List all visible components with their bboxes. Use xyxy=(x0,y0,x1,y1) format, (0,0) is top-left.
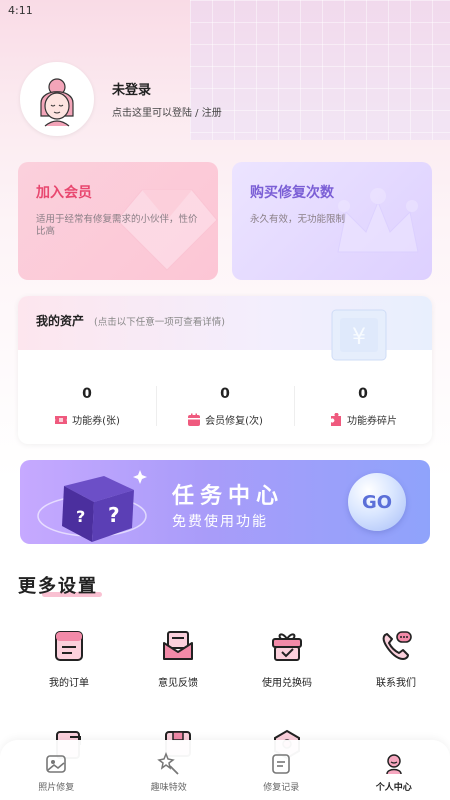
vip-repairs-count: 0 xyxy=(220,386,230,402)
join-vip-desc: 适用于经常有修复需求的小伙伴，性价比高 xyxy=(36,214,198,237)
mystery-box-icon: ? ? xyxy=(37,470,147,542)
ticket-icon xyxy=(55,415,68,424)
girl-avatar-icon xyxy=(40,78,74,127)
asset-coupon-fragments[interactable]: 0 功能券碎片 xyxy=(294,386,432,427)
asset-coupons[interactable]: 0 功能券(张) xyxy=(18,386,156,427)
vip-repairs-label: 会员修复(次) xyxy=(205,416,263,427)
setting-feedback[interactable]: 意见反馈 xyxy=(125,628,231,726)
record-icon xyxy=(272,754,291,774)
assets-subtitle: (点击以下任意一项可查看详情) xyxy=(94,317,225,328)
coupons-count: 0 xyxy=(82,386,92,402)
nav-repair-records[interactable]: 修复记录 xyxy=(225,740,338,800)
nav-repair-records-label: 修复记录 xyxy=(263,783,300,793)
header-decoration xyxy=(190,0,450,140)
magic-icon xyxy=(156,752,179,775)
svg-text:?: ? xyxy=(76,507,85,526)
status-time: 4:11 xyxy=(8,4,33,17)
buy-repairs-card[interactable]: 购买修复次数 永久有效，无功能限制 xyxy=(232,162,432,280)
task-center-subtitle: 免费使用功能 xyxy=(172,514,268,530)
money-deco-icon: ¥ xyxy=(331,309,387,361)
avatar[interactable] xyxy=(20,62,94,136)
more-settings-title: 更多设置 xyxy=(18,576,98,597)
asset-vip-repairs[interactable]: 0 会员修复(次) xyxy=(156,386,294,427)
coupons-label: 功能券(张) xyxy=(72,416,120,427)
nav-personal-center-label: 个人中心 xyxy=(375,783,412,793)
phone-icon xyxy=(382,631,412,660)
user-icon xyxy=(386,754,402,775)
setting-redeem-code[interactable]: 使用兑换码 xyxy=(234,628,340,726)
nav-photo-repair[interactable]: 照片修复 xyxy=(0,740,113,800)
task-center-banner[interactable]: ? ? 任务中心 免费使用功能 GO xyxy=(20,460,430,544)
calendar-icon xyxy=(188,413,201,426)
profile-login-area[interactable]: 未登录 点击这里可以登陆 / 注册 xyxy=(20,62,222,136)
setting-my-orders[interactable]: 我的订单 xyxy=(16,628,122,726)
login-hint[interactable]: 点击这里可以登陆 / 注册 xyxy=(112,104,222,119)
contact-us-label: 联系我们 xyxy=(376,678,416,689)
login-status[interactable]: 未登录 xyxy=(112,79,222,98)
nav-photo-repair-label: 照片修复 xyxy=(38,783,75,793)
setting-contact-us[interactable]: 联系我们 xyxy=(343,628,449,726)
my-assets-panel: 我的资产 (点击以下任意一项可查看详情) ¥ 0 功能券(张) 0 会员修复(次… xyxy=(18,296,432,444)
join-vip-title: 加入会员 xyxy=(36,185,92,201)
task-center-title: 任务中心 xyxy=(172,484,285,509)
svg-text:?: ? xyxy=(108,503,120,527)
buy-repairs-title: 购买修复次数 xyxy=(250,185,334,201)
nav-fun-effects-label: 趣味特效 xyxy=(150,783,187,793)
buy-repairs-desc: 永久有效，无功能限制 xyxy=(250,214,346,225)
feedback-icon xyxy=(163,631,193,660)
fragments-label: 功能券碎片 xyxy=(347,416,397,427)
assets-title: 我的资产 xyxy=(36,314,85,328)
svg-text:¥: ¥ xyxy=(352,325,366,350)
order-icon xyxy=(55,631,83,661)
join-vip-card[interactable]: 加入会员 适用于经常有修复需求的小伙伴，性价比高 xyxy=(18,162,218,280)
bottom-navigation: 照片修复 趣味特效 修复记录 个人中心 xyxy=(0,740,450,800)
go-button[interactable]: GO xyxy=(348,473,406,531)
photo-icon xyxy=(46,755,67,773)
nav-fun-effects[interactable]: 趣味特效 xyxy=(113,740,226,800)
gift-icon xyxy=(272,633,302,661)
nav-personal-center[interactable]: 个人中心 xyxy=(338,740,450,800)
puzzle-icon xyxy=(331,412,341,426)
redeem-code-label: 使用兑换码 xyxy=(262,678,312,689)
feedback-label: 意见反馈 xyxy=(158,678,198,689)
my-orders-label: 我的订单 xyxy=(49,678,89,689)
fragments-count: 0 xyxy=(358,386,368,402)
